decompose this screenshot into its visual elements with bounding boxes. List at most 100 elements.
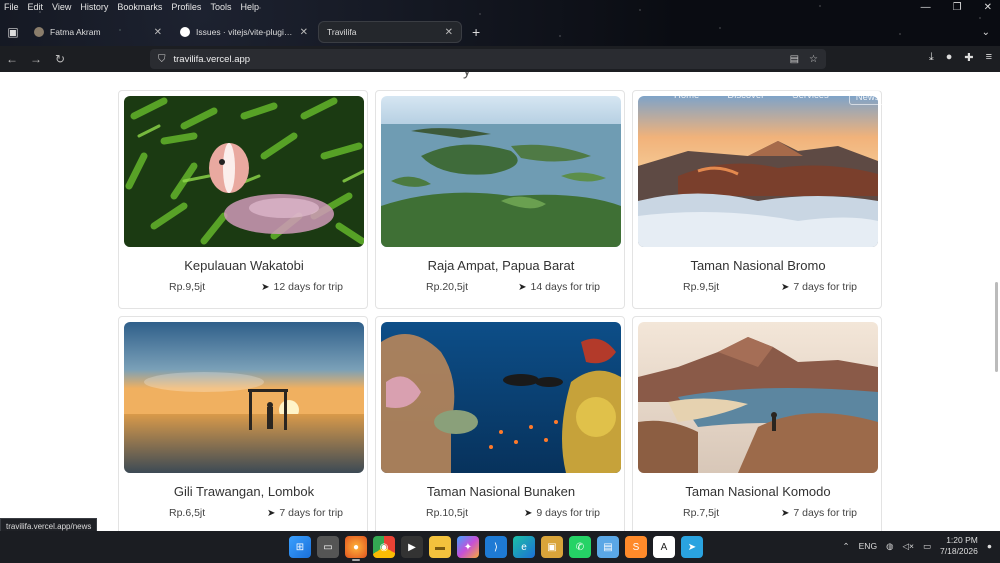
close-tab-icon[interactable]: ✕ [445, 27, 453, 38]
new-tab-icon[interactable]: + [464, 24, 488, 40]
tab-title: Issues · vitejs/vite-plugin-react [196, 27, 294, 37]
window-controls: — ❐ ✕ [921, 2, 992, 13]
reader-view-icon[interactable]: ▤ [790, 54, 799, 65]
notification-bell-icon[interactable]: ● [987, 541, 992, 551]
page-scrollbar[interactable] [995, 282, 998, 372]
close-tab-icon[interactable]: ✕ [300, 27, 308, 38]
toolbar-right: ⤓ ● ✚ ≡ [929, 51, 992, 64]
trip-duration-text: 9 days for trip [536, 507, 600, 519]
location-arrow-icon: ➤ [261, 281, 270, 293]
windows-start-icon[interactable]: ⊞ [289, 536, 311, 558]
battery-icon[interactable]: ▭ [923, 541, 931, 552]
destination-card[interactable]: Gili Trawangan, Lombok Rp.6,5jt ➤ 7 days… [118, 316, 368, 531]
volume-icon[interactable]: ◁× [902, 541, 914, 552]
sublime-icon[interactable]: S [625, 536, 647, 558]
close-tab-icon[interactable]: ✕ [154, 27, 162, 38]
bookmark-star-icon[interactable]: ☆ [809, 54, 818, 65]
destination-price: Rp.9,5jt [683, 281, 720, 293]
url-text: travilifa.vercel.app [173, 53, 251, 65]
tab-travilifa[interactable]: Travilifa ✕ [318, 21, 462, 43]
chevron-up-icon[interactable]: ⌃ [843, 541, 850, 552]
account-icon[interactable]: ● [946, 51, 953, 64]
extensions-icon[interactable]: ✚ [964, 51, 973, 64]
destination-photo-wakatobi [124, 96, 364, 247]
copilot-icon[interactable]: ✦ [457, 536, 479, 558]
windows-taskbar: ⊞ ▭ ● ◉ ▶ ▬ ✦ ⟩ e ▣ ✆ ▤ S A ➤ ⌃ ENG ◍ ◁×… [0, 531, 1000, 563]
destination-price: Rp.7,5jt [683, 507, 720, 519]
file-explorer-icon[interactable]: ▬ [429, 536, 451, 558]
address-bar[interactable]: ⛉ travilifa.vercel.app ▤ ☆ [150, 49, 826, 69]
app-menu-icon[interactable]: ≡ [986, 51, 992, 64]
destination-photo-gili [124, 322, 364, 473]
forward-icon[interactable]: → [24, 52, 48, 66]
destination-price: Rp.6,5jt [169, 507, 206, 519]
task-view-icon[interactable]: ▭ [317, 536, 339, 558]
chrome-icon[interactable]: ◉ [373, 536, 395, 558]
menu-tools[interactable]: Tools [210, 2, 231, 12]
site-info-icon[interactable]: ⛉ [158, 54, 166, 65]
back-icon[interactable]: ← [0, 52, 24, 66]
site-nav-discover[interactable]: Discover [727, 90, 764, 105]
menu-bookmarks[interactable]: Bookmarks [117, 2, 162, 12]
destination-card[interactable]: Taman Nasional Bunaken Rp.10,5jt ➤ 9 day… [375, 316, 625, 531]
tab-github-issues[interactable]: Issues · vitejs/vite-plugin-react ✕ [172, 21, 316, 43]
downloads-icon[interactable]: ⤓ [929, 51, 934, 64]
trip-duration: ➤ 14 days for trip [518, 281, 600, 293]
destination-name: Taman Nasional Bunaken [426, 484, 576, 499]
menu-help[interactable]: Help [240, 2, 259, 12]
destination-card[interactable]: Kepulauan Wakatobi Rp.9,5jt ➤ 12 days fo… [118, 90, 368, 309]
media-player-icon[interactable]: ▶ [401, 536, 423, 558]
trip-duration-text: 7 days for trip [793, 281, 857, 293]
minimize-icon[interactable]: — [921, 2, 931, 13]
close-window-icon[interactable]: ✕ [984, 2, 992, 13]
trip-duration: ➤ 7 days for trip [781, 507, 857, 519]
menu-file[interactable]: File [4, 2, 19, 12]
menu-history[interactable]: History [80, 2, 108, 12]
browser-titlebar: File Edit View History Bookmarks Profile… [0, 0, 1000, 46]
firefox-icon[interactable]: ● [345, 536, 367, 561]
clock-date: 7/18/2026 [940, 546, 978, 556]
trip-duration: ➤ 7 days for trip [781, 281, 857, 293]
notepad-icon[interactable]: ▤ [597, 536, 619, 558]
tab-fatma-akram[interactable]: Fatma Akram ✕ [26, 21, 170, 43]
whatsapp-icon[interactable]: ✆ [569, 536, 591, 558]
clock[interactable]: 1:20 PM 7/18/2026 [940, 535, 978, 557]
language-indicator[interactable]: ENG [859, 541, 877, 551]
edge-icon[interactable]: e [513, 536, 535, 558]
page-viewport: y [0, 72, 1000, 531]
site-nav-news[interactable]: News [848, 90, 887, 105]
restore-icon[interactable]: ❐ [953, 2, 962, 13]
app-tool-icon[interactable]: ▣ [541, 536, 563, 558]
menu-view[interactable]: View [52, 2, 71, 12]
clock-time: 1:20 PM [946, 535, 978, 545]
chevron-down-icon[interactable]: ⌄ [982, 27, 990, 38]
github-icon [180, 27, 190, 37]
destination-price: Rp.10,5jt [426, 507, 469, 519]
site-nav-home[interactable]: Home [674, 90, 699, 105]
location-arrow-icon: ➤ [780, 507, 790, 519]
trip-duration-text: 7 days for trip [279, 507, 343, 519]
trip-duration-text: 12 days for trip [273, 281, 343, 293]
tab-list-icon[interactable]: ▣ [0, 25, 26, 39]
location-arrow-icon: ➤ [780, 281, 790, 293]
destination-card[interactable]: Raja Ampat, Papua Barat Rp.20,5jt ➤ 14 d… [375, 90, 625, 309]
location-arrow-icon: ➤ [266, 507, 276, 519]
telegram-icon[interactable]: ➤ [681, 536, 703, 558]
app-a-icon[interactable]: A [653, 536, 675, 558]
section-heading-partial: y [463, 72, 471, 80]
destination-photo-raja-ampat [381, 96, 621, 247]
menu-profiles[interactable]: Profiles [171, 2, 201, 12]
destination-name: Kepulauan Wakatobi [184, 258, 304, 273]
profile-icon [34, 27, 44, 37]
destination-photo-bromo [638, 96, 878, 247]
site-nav-services[interactable]: Services [792, 90, 828, 105]
reload-icon[interactable]: ↻ [48, 52, 72, 66]
destination-card[interactable]: Taman Nasional Komodo Rp.7,5jt ➤ 7 days … [632, 316, 882, 531]
location-arrow-icon: ➤ [523, 507, 533, 519]
trip-duration-text: 7 days for trip [793, 507, 857, 519]
destination-name: Taman Nasional Komodo [685, 484, 831, 499]
destination-card[interactable]: Taman Nasional Bromo Rp.9,5jt ➤ 7 days f… [632, 90, 882, 309]
network-icon[interactable]: ◍ [886, 541, 893, 552]
menu-edit[interactable]: Edit [28, 2, 44, 12]
vscode-icon[interactable]: ⟩ [485, 536, 507, 558]
